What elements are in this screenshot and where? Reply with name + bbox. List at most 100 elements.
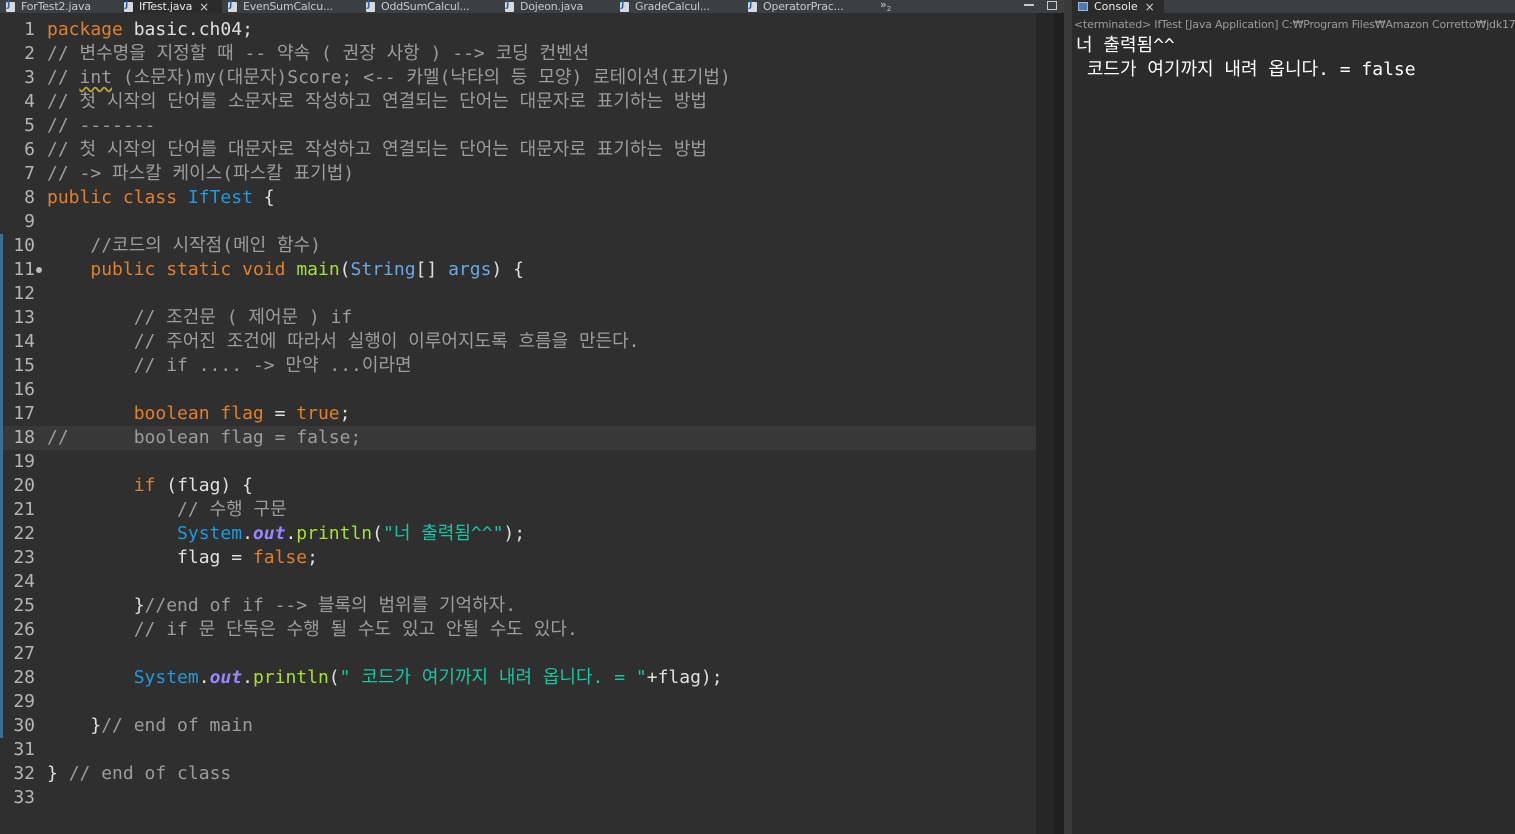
close-icon[interactable]: × — [1145, 1, 1155, 13]
method-marker-icon[interactable] — [36, 267, 42, 273]
code-text: // if 문 단독은 수행 될 수도 있고 안될 수도 있다. — [47, 618, 578, 642]
maximize-icon[interactable] — [1047, 1, 1057, 10]
code-line[interactable]: 5 // ------- — [0, 114, 1036, 138]
code-line[interactable]: 28 System.out.println(" 코드가 여기까지 내려 옵니다.… — [0, 666, 1036, 690]
code-line[interactable]: 1 package basic.ch04; — [0, 18, 1036, 42]
line-number: 16 — [13, 379, 35, 400]
tab-overflow-button[interactable]: »2 — [880, 0, 891, 13]
code-line[interactable]: 3 // int (소문자)my(대문자)Score; <-- 카멜(낙타의 등 … — [0, 66, 1036, 90]
code-token: = — [263, 403, 297, 424]
code-line[interactable]: 11 public static void main(String[] args… — [0, 258, 1036, 282]
code-line[interactable]: 8 public class IfTest { — [0, 186, 1036, 210]
close-icon[interactable]: × — [199, 1, 209, 13]
code-line[interactable]: 19 — [0, 450, 1036, 474]
code-line[interactable]: 31 — [0, 738, 1036, 762]
code-token: System — [133, 667, 199, 688]
tab-iftest-java[interactable]: IfTest.java × — [124, 0, 222, 13]
code-token: flag — [220, 403, 264, 424]
line-number: 4 — [24, 91, 35, 112]
code-line[interactable]: 23 flag = false; — [0, 546, 1036, 570]
code-line[interactable]: 12 — [0, 282, 1036, 306]
code-line[interactable]: 32} // end of class — [0, 762, 1036, 786]
code-token: out — [252, 523, 286, 544]
panel-sash[interactable] — [1064, 0, 1072, 834]
tab-evensumcalcu[interactable]: EvenSumCalcu... — [228, 0, 358, 13]
code-token: ); — [503, 523, 526, 544]
code-line[interactable]: 24 — [0, 570, 1036, 594]
code-token: flag = — [47, 547, 253, 568]
line-number: 6 — [24, 139, 35, 160]
code-text: }// end of main — [47, 714, 253, 738]
code-token: // 변수명을 지정할 때 -- 약속 ( 권장 사항 ) --> 코딩 컨벤션 — [47, 43, 590, 64]
console-status: <terminated> IfTest [Java Application] C… — [1074, 18, 1515, 31]
code-line[interactable]: 30 }// end of main — [0, 714, 1036, 738]
code-text: // ------- — [47, 114, 155, 138]
code-line[interactable]: 7 // -> 파스칼 케이스(파스칼 표기법) — [0, 162, 1036, 186]
code-line[interactable]: 33 — [0, 786, 1036, 810]
code-line[interactable]: 15 // if .... -> 만약 ...이라면 — [0, 354, 1036, 378]
tab-oddsumcalcul[interactable]: OddSumCalcul... — [366, 0, 496, 13]
java-file-icon — [748, 0, 757, 12]
code-token: main — [296, 259, 340, 280]
code-line[interactable]: 14 // 주어진 조건에 따라서 실행이 이루어지도록 흐름을 만든다. — [0, 330, 1036, 354]
code-line[interactable]: 29 — [0, 690, 1036, 714]
code-line[interactable]: 25 }//end of if --> 블록의 범위를 기억하자. — [0, 594, 1036, 618]
code-token: println — [252, 667, 329, 688]
code-line[interactable]: 16 — [0, 378, 1036, 402]
code-token: +flag); — [646, 667, 723, 688]
code-token: " 코드가 여기까지 내려 옵니다. = " — [339, 667, 647, 688]
tab-fortest2-java[interactable]: ForTest2.java — [6, 0, 112, 13]
code-text: // if .... -> 만약 ...이라면 — [47, 354, 412, 378]
code-line[interactable]: 22 System.out.println("너 출력됨^^"); — [0, 522, 1036, 546]
console-output-line: 코드가 여기까지 내려 옵니다. = false — [1076, 59, 1416, 80]
code-line[interactable]: 18 // boolean flag = false; — [0, 426, 1036, 450]
code-line[interactable]: 17 boolean flag = true; — [0, 402, 1036, 426]
code-text: // 주어진 조건에 따라서 실행이 이루어지도록 흐름을 만든다. — [47, 330, 640, 354]
code-token: [] — [415, 259, 449, 280]
tab-dojeon-java[interactable]: Dojeon.java — [505, 0, 605, 13]
code-line[interactable]: 10 //코드의 시작점(메인 함수) — [0, 234, 1036, 258]
code-token: { — [252, 187, 275, 208]
code-text: if (flag) { — [47, 474, 253, 498]
tab-console[interactable]: Console × — [1072, 0, 1164, 13]
code-line[interactable]: 21 // 수행 구문 — [0, 498, 1036, 522]
code-token: //코드의 시작점(메인 함수) — [90, 235, 321, 256]
editor-vertical-scrollbar[interactable] — [1036, 13, 1054, 834]
overflow-chevron-icon: » — [880, 0, 887, 11]
console-icon — [1078, 2, 1088, 11]
java-file-icon — [124, 0, 133, 12]
code-text: // 변수명을 지정할 때 -- 약속 ( 권장 사항 ) --> 코딩 컨벤션 — [47, 42, 589, 66]
code-line[interactable]: 26 // if 문 단독은 수행 될 수도 있고 안될 수도 있다. — [0, 618, 1036, 642]
code-editor[interactable]: 1 package basic.ch04; 2 // 변수명을 지정할 때 -- 약속… — [0, 13, 1036, 834]
tab-operatorprac[interactable]: OperatorPrac... — [748, 0, 868, 13]
code-line[interactable]: 6 // 첫 시작의 단어를 대문자로 작성하고 연결되는 단어는 대문자로 표기… — [0, 138, 1036, 162]
line-number: 7 — [24, 163, 35, 184]
minimize-icon[interactable] — [1024, 4, 1034, 7]
code-line[interactable]: 9 — [0, 210, 1036, 234]
code-token: // 주어진 조건에 따라서 실행이 이루어지도록 흐름을 만든다. — [133, 331, 640, 352]
line-number: 11 — [13, 259, 35, 280]
editor-overview-ruler — [1054, 13, 1064, 834]
console-tab-label: Console — [1094, 0, 1138, 13]
code-text: System.out.println("너 출력됨^^"); — [47, 522, 525, 546]
line-number: 33 — [13, 787, 35, 808]
line-number: 17 — [13, 403, 35, 424]
code-line[interactable]: 4 // 첫 시작의 단어를 소문자로 작성하고 연결되는 단어는 대문자로 표기… — [0, 90, 1036, 114]
java-file-icon — [620, 0, 629, 12]
code-token: } — [47, 763, 69, 784]
tab-gradecalcul[interactable]: GradeCalcul... — [620, 0, 730, 13]
code-text: // 첫 시작의 단어를 소문자로 작성하고 연결되는 단어는 대문자로 표기하… — [47, 90, 707, 114]
code-line[interactable]: 13 // 조건문 ( 제어문 ) if — [0, 306, 1036, 330]
code-token: (소문자)my(대문자)Score; <-- 카멜(낙타의 등 모양) 로테이션… — [112, 67, 731, 88]
code-line[interactable]: 27 — [0, 642, 1036, 666]
code-line[interactable]: 2 // 변수명을 지정할 때 -- 약속 ( 권장 사항 ) --> 코딩 컨벤… — [0, 42, 1036, 66]
overflow-count: 2 — [886, 5, 892, 13]
code-line[interactable]: 20 if (flag) { — [0, 474, 1036, 498]
tab-label: OperatorPrac... — [763, 0, 844, 13]
code-token: // boolean flag = false; — [47, 427, 362, 448]
line-number: 29 — [13, 691, 35, 712]
code-text: // 조건문 ( 제어문 ) if — [47, 306, 353, 330]
code-text: package basic.ch04; — [47, 18, 253, 42]
line-number: 25 — [13, 595, 35, 616]
line-number: 18 — [13, 427, 35, 448]
